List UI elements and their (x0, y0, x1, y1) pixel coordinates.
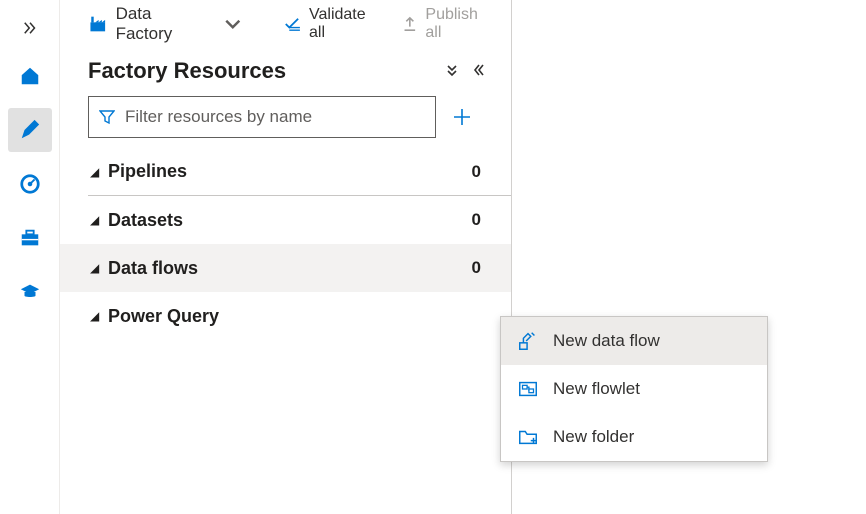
expand-all-button[interactable] (439, 63, 465, 80)
double-chevron-down-icon (445, 63, 459, 77)
resource-panel: Data Factory Validate all Publish all Fa… (60, 0, 512, 514)
validate-all-button[interactable]: Validate all (284, 6, 384, 42)
panel-header: Factory Resources (60, 48, 511, 90)
nav-home[interactable] (8, 54, 52, 98)
ctx-label: New flowlet (553, 379, 640, 399)
publish-label: Publish all (425, 6, 497, 42)
validate-icon (284, 15, 302, 33)
add-resource-button[interactable] (442, 96, 482, 138)
nav-learn[interactable] (8, 270, 52, 314)
filter-box[interactable] (88, 96, 436, 138)
tree-count: 0 (472, 258, 481, 278)
caret-icon: ◢ (90, 213, 108, 227)
workspace-switcher[interactable]: Data Factory (88, 4, 268, 44)
nav-monitor[interactable] (8, 162, 52, 206)
flowlet-icon (517, 378, 539, 400)
ctx-new-flowlet[interactable]: New flowlet (501, 365, 767, 413)
chevron-down-icon (223, 14, 243, 34)
filter-row (60, 90, 511, 144)
data-flow-icon (517, 330, 539, 352)
validate-label: Validate all (309, 6, 385, 42)
ctx-label: New folder (553, 427, 634, 447)
pencil-icon (19, 119, 41, 141)
caret-icon: ◢ (90, 165, 108, 179)
collapse-panel-button[interactable] (465, 63, 491, 80)
double-chevron-left-icon (471, 63, 485, 77)
tree-row-pipelines[interactable]: ◢ Pipelines 0 (88, 148, 511, 196)
filter-input[interactable] (123, 106, 425, 128)
publish-all-button: Publish all (401, 6, 497, 42)
tree-label: Pipelines (108, 161, 472, 182)
tree-count: 0 (472, 210, 481, 230)
tree-row-dataflows[interactable]: ◢ Data flows 0 (60, 244, 511, 292)
nav-author[interactable] (8, 108, 52, 152)
panel-title: Factory Resources (88, 58, 439, 84)
tree-row-datasets[interactable]: ◢ Datasets 0 (60, 196, 511, 244)
publish-icon (401, 15, 419, 33)
new-folder-icon (517, 426, 539, 448)
ctx-new-folder[interactable]: New folder (501, 413, 767, 461)
tree-count: 0 (472, 162, 481, 182)
rail-expand-toggle[interactable] (10, 12, 50, 44)
caret-icon: ◢ (90, 261, 108, 275)
caret-icon: ◢ (90, 309, 108, 323)
filter-icon (99, 109, 115, 125)
tree-label: Data flows (108, 258, 472, 279)
workspace-name: Data Factory (116, 4, 211, 44)
context-menu: New data flow New flowlet New folder (500, 316, 768, 462)
tree-label: Power Query (108, 306, 481, 327)
graduation-cap-icon (19, 281, 41, 303)
ctx-new-data-flow[interactable]: New data flow (501, 317, 767, 365)
home-icon (19, 65, 41, 87)
top-toolbar: Data Factory Validate all Publish all (60, 0, 511, 48)
tree-label: Datasets (108, 210, 472, 231)
toolbox-icon (19, 227, 41, 249)
resource-tree: ◢ Pipelines 0 ◢ Datasets 0 ◢ Data flows … (60, 144, 511, 340)
left-nav-rail (0, 0, 60, 514)
nav-manage[interactable] (8, 216, 52, 260)
gauge-icon (19, 173, 41, 195)
tree-row-powerquery[interactable]: ◢ Power Query (60, 292, 511, 340)
double-chevron-right-icon (21, 19, 39, 37)
ctx-label: New data flow (553, 331, 660, 351)
factory-icon (88, 14, 108, 34)
plus-icon (452, 107, 472, 127)
